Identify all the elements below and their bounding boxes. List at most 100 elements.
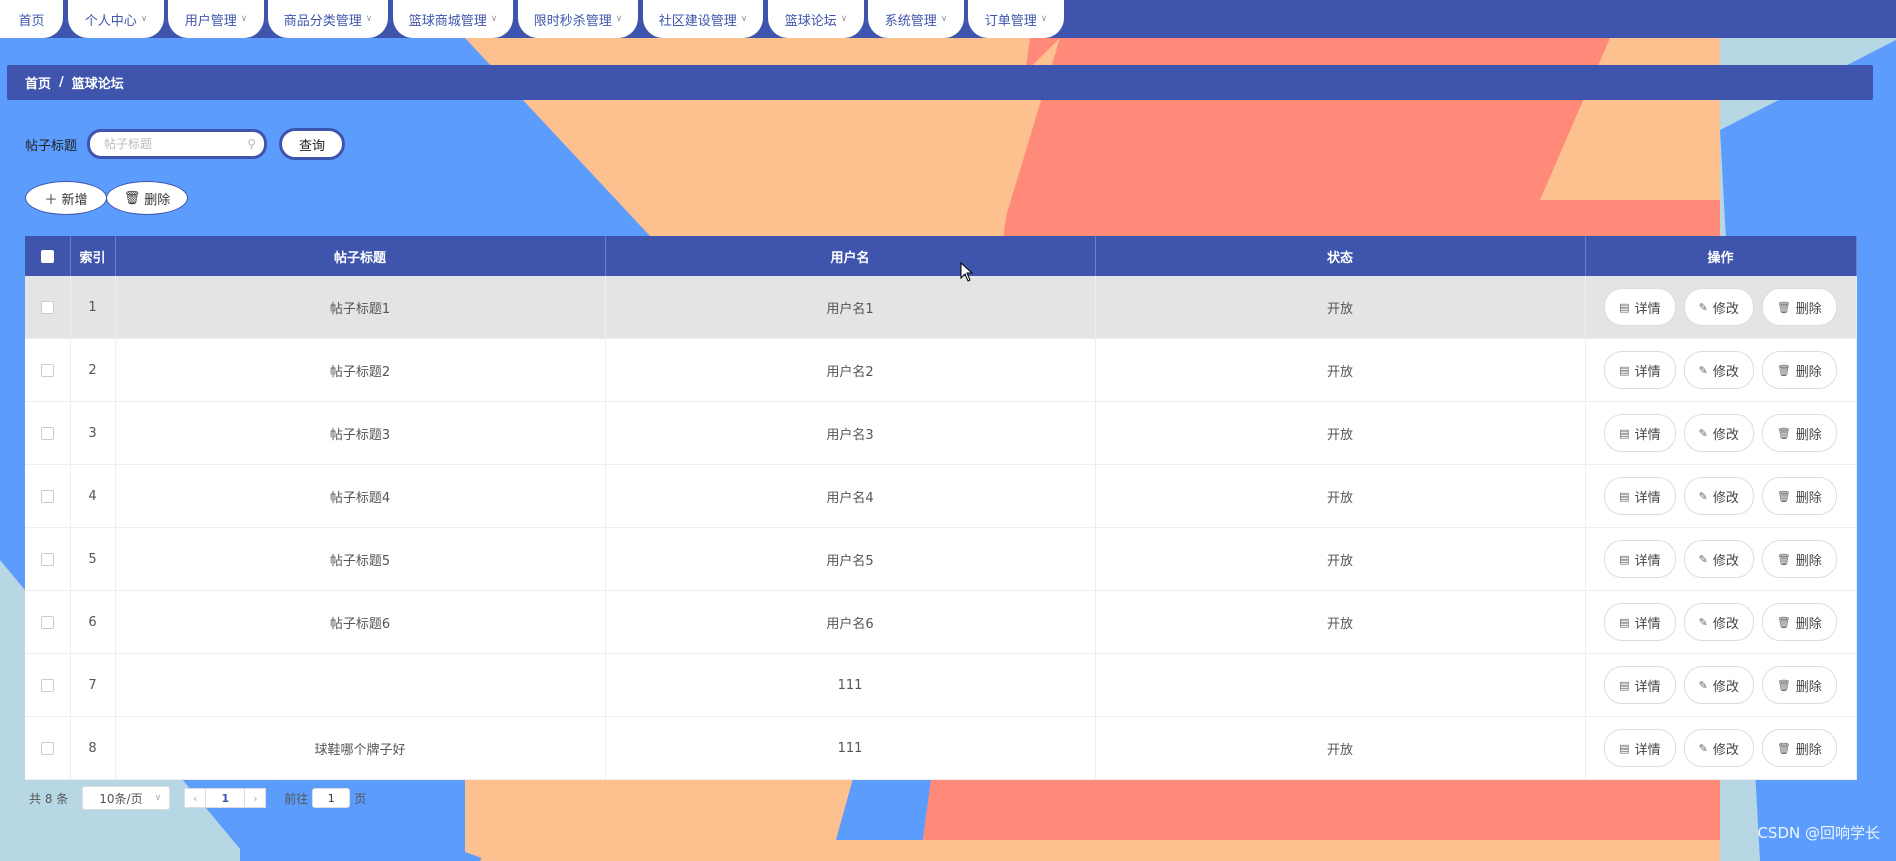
nav-item-system[interactable]: 系统管理 ∨: [868, 0, 964, 38]
detail-label: 详情: [1634, 364, 1661, 380]
row-checkbox[interactable]: [40, 363, 54, 377]
nav-item-orders[interactable]: 订单管理 ∨: [968, 0, 1064, 38]
table-row[interactable]: 4 帖子标题4 用户名4 开放 ▤ 详情 ✎ 修改 🗑 删除: [25, 464, 1857, 528]
delete-button[interactable]: 🗑 删除: [1761, 477, 1837, 515]
table-row[interactable]: 8 球鞋哪个牌子好 111 开放 ▤ 详情 ✎ 修改 🗑 删除: [25, 716, 1857, 780]
breadcrumb-home[interactable]: 首页: [25, 73, 51, 92]
detail-button[interactable]: ▤ 详情: [1604, 729, 1676, 767]
nav-item-users[interactable]: 用户管理 ∨: [168, 0, 264, 38]
delete-label: 删除: [1795, 301, 1822, 317]
cell-username: 用户名1: [605, 276, 1096, 339]
edit-button[interactable]: ✎ 修改: [1683, 603, 1754, 641]
delete-button[interactable]: 🗑 删除: [1761, 540, 1837, 578]
chevron-down-icon: ∨: [615, 14, 623, 24]
page-size-select[interactable]: 10条/页 ∨: [82, 786, 171, 810]
delete-button[interactable]: 🗑 删除: [1761, 414, 1837, 452]
cell-username: 用户名6: [605, 590, 1096, 654]
nav-item-forum[interactable]: 篮球论坛 ∨: [768, 0, 864, 38]
row-select-cell[interactable]: [25, 338, 71, 402]
row-select-cell[interactable]: [25, 401, 71, 465]
nav-item-mall[interactable]: 篮球商城管理 ∨: [393, 0, 513, 38]
next-page-button[interactable]: ›: [244, 788, 267, 808]
row-select-cell[interactable]: [25, 716, 71, 780]
row-checkbox[interactable]: [40, 300, 54, 314]
row-select-cell[interactable]: [25, 653, 71, 717]
detail-label: 详情: [1634, 490, 1661, 506]
delete-button-label: 删除: [144, 192, 171, 208]
edit-button[interactable]: ✎ 修改: [1683, 477, 1754, 515]
table-row[interactable]: 5 帖子标题5 用户名5 开放 ▤ 详情 ✎ 修改 🗑 删除: [25, 527, 1857, 591]
cell-ops: ▤ 详情 ✎ 修改 🗑 删除: [1585, 590, 1857, 654]
nav-item-community[interactable]: 社区建设管理 ∨: [643, 0, 763, 38]
page-number-current[interactable]: 1: [206, 788, 245, 808]
row-select-cell[interactable]: [25, 276, 71, 339]
edit-button[interactable]: ✎ 修改: [1683, 666, 1754, 704]
delete-button[interactable]: 🗑 删除: [1761, 351, 1837, 389]
chevron-down-icon: ∨: [240, 14, 248, 24]
delete-button[interactable]: 🗑 删除: [1761, 603, 1837, 641]
row-select-cell[interactable]: [25, 590, 71, 654]
cell-index: 1: [70, 276, 116, 339]
select-all-header[interactable]: [25, 236, 71, 276]
document-icon: ▤: [1619, 363, 1630, 377]
nav-item-category[interactable]: 商品分类管理 ∨: [268, 0, 388, 38]
row-checkbox[interactable]: [40, 426, 54, 440]
detail-button[interactable]: ▤ 详情: [1604, 540, 1676, 578]
detail-label: 详情: [1634, 301, 1661, 317]
table-row[interactable]: 7 111 ▤ 详情 ✎ 修改 🗑 删除: [25, 653, 1857, 717]
chevron-left-icon: ‹: [193, 791, 198, 805]
row-select-cell[interactable]: [25, 464, 71, 528]
detail-button[interactable]: ▤ 详情: [1604, 351, 1676, 389]
action-row: ＋ 新增 🗑 删除: [25, 181, 188, 215]
edit-icon: ✎: [1698, 489, 1708, 503]
cell-status: 开放: [1095, 464, 1586, 528]
edit-button[interactable]: ✎ 修改: [1683, 540, 1754, 578]
chevron-down-icon: ∨: [940, 14, 948, 24]
cell-index: 7: [70, 653, 116, 717]
search-input[interactable]: [102, 136, 248, 152]
table-row[interactable]: 1 帖子标题1 用户名1 开放 ▤ 详情 ✎ 修改 🗑 删除: [25, 276, 1857, 339]
nav-item-home[interactable]: 首页: [0, 0, 63, 38]
edit-button[interactable]: ✎ 修改: [1683, 288, 1754, 326]
edit-button[interactable]: ✎ 修改: [1683, 351, 1754, 389]
nav-item-personal[interactable]: 个人中心 ∨: [68, 0, 164, 38]
row-checkbox[interactable]: [40, 678, 54, 692]
detail-button[interactable]: ▤ 详情: [1604, 414, 1676, 452]
edit-label: 修改: [1712, 742, 1739, 758]
detail-button[interactable]: ▤ 详情: [1604, 288, 1676, 326]
delete-button[interactable]: 🗑 删除: [1761, 288, 1837, 326]
row-select-cell[interactable]: [25, 527, 71, 591]
table-row[interactable]: 2 帖子标题2 用户名2 开放 ▤ 详情 ✎ 修改 🗑 删除: [25, 338, 1857, 402]
select-all-checkbox[interactable]: [40, 249, 54, 263]
nav-item-flash-sale[interactable]: 限时秒杀管理 ∨: [518, 0, 638, 38]
table-row[interactable]: 3 帖子标题3 用户名3 开放 ▤ 详情 ✎ 修改 🗑 删除: [25, 401, 1857, 465]
cell-username: 111: [605, 716, 1096, 780]
cell-title: 帖子标题6: [115, 590, 606, 654]
add-button[interactable]: ＋ 新增: [25, 181, 107, 215]
query-button[interactable]: 查询: [279, 128, 346, 160]
row-checkbox[interactable]: [40, 552, 54, 566]
batch-delete-button[interactable]: 🗑 删除: [106, 181, 188, 215]
delete-button[interactable]: 🗑 删除: [1761, 729, 1837, 767]
row-checkbox[interactable]: [40, 615, 54, 629]
edit-button[interactable]: ✎ 修改: [1683, 414, 1754, 452]
trash-icon: 🗑: [1776, 363, 1791, 377]
detail-button[interactable]: ▤ 详情: [1604, 603, 1676, 641]
delete-button[interactable]: 🗑 删除: [1761, 666, 1837, 704]
table-row[interactable]: 6 帖子标题6 用户名6 开放 ▤ 详情 ✎ 修改 🗑 删除: [25, 590, 1857, 654]
detail-button[interactable]: ▤ 详情: [1604, 477, 1676, 515]
prev-page-button[interactable]: ‹: [184, 788, 207, 808]
col-header-index: 索引: [70, 236, 116, 276]
detail-button[interactable]: ▤ 详情: [1604, 666, 1676, 704]
goto-page-input[interactable]: 1: [312, 788, 351, 808]
row-checkbox[interactable]: [40, 741, 54, 755]
edit-button[interactable]: ✎ 修改: [1683, 729, 1754, 767]
detail-label: 详情: [1634, 742, 1661, 758]
plus-icon: ＋: [44, 192, 58, 208]
search-box[interactable]: ⚲: [87, 129, 268, 159]
chevron-down-icon: ∨: [154, 793, 162, 803]
delete-label: 删除: [1795, 553, 1822, 569]
row-checkbox[interactable]: [40, 489, 54, 503]
breadcrumb-current: 篮球论坛: [71, 77, 124, 92]
document-icon: ▤: [1619, 300, 1630, 314]
